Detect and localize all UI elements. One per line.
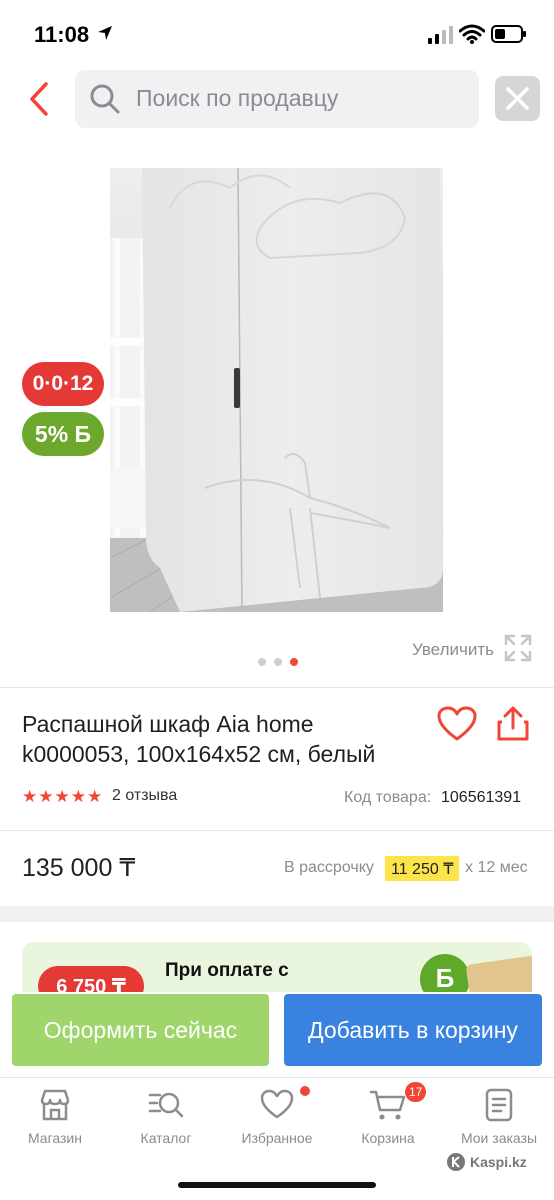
battery-icon xyxy=(491,24,527,49)
star-icon: ★ xyxy=(70,787,86,806)
promo-card[interactable]: 6 750 ₸ При оплате с Б xyxy=(22,942,532,992)
close-icon xyxy=(506,87,529,110)
promo-badge: 6 750 ₸ xyxy=(38,966,144,992)
star-icon: ★ xyxy=(38,787,54,806)
section-separator xyxy=(0,906,554,922)
installment-amount: 11 250 ₸ xyxy=(385,856,460,881)
gallery-dot[interactable] xyxy=(258,658,266,666)
expand-icon[interactable] xyxy=(504,634,532,667)
product-code-label: Код товара: xyxy=(344,789,432,806)
catalog-icon xyxy=(148,1092,184,1118)
gallery-dots[interactable] xyxy=(258,658,298,666)
search-input[interactable]: Поиск по продавцу xyxy=(75,70,479,128)
tab-label: Мои заказы xyxy=(460,1130,538,1146)
add-to-cart-button[interactable]: Добавить в корзину xyxy=(284,994,542,1066)
back-button[interactable] xyxy=(26,80,56,120)
orders-icon xyxy=(485,1088,513,1122)
tab-catalog[interactable]: Каталог xyxy=(111,1088,221,1146)
card-illustration xyxy=(465,955,532,992)
signal-icon xyxy=(428,26,454,49)
search-placeholder: Поиск по продавцу xyxy=(136,85,339,111)
kaspi-watermark: Kaspi.kz xyxy=(446,1152,527,1172)
reviews-link[interactable]: 2 отзыва xyxy=(112,787,177,805)
cart-icon xyxy=(369,1090,406,1120)
tab-orders[interactable]: Мои заказы xyxy=(444,1088,554,1146)
order-now-button[interactable]: Оформить сейчас xyxy=(12,994,269,1066)
star-icon: ★ xyxy=(22,787,38,806)
product-title: Распашной шкаф Aia home k0000053, 100х16… xyxy=(22,711,376,767)
wifi-icon xyxy=(458,24,486,49)
divider xyxy=(0,830,554,831)
tab-label: Магазин xyxy=(27,1130,82,1146)
tab-label: Каталог xyxy=(140,1130,192,1146)
promo-text: При оплате с xyxy=(165,960,289,981)
product-code-value: 106561391 xyxy=(441,789,522,806)
product-image[interactable] xyxy=(110,168,443,612)
heart-icon xyxy=(437,706,477,741)
zoom-label[interactable]: Увеличить xyxy=(412,640,494,660)
tab-label: Корзина xyxy=(361,1130,415,1146)
share-icon xyxy=(497,706,529,741)
divider xyxy=(0,687,554,688)
location-arrow-icon xyxy=(96,24,114,47)
share-button[interactable] xyxy=(496,706,530,747)
watermark-text: Kaspi.kz xyxy=(470,1154,527,1170)
kaspi-logo-icon xyxy=(447,1153,465,1171)
chevron-left-icon xyxy=(30,82,48,116)
notification-dot xyxy=(300,1086,310,1096)
product-price: 135 000 ₸ xyxy=(22,854,136,882)
gallery-dot-active[interactable] xyxy=(290,658,298,666)
installment-period: х 12 мес xyxy=(465,859,528,876)
rating-stars[interactable]: ★ ★ ★ ★ ★ xyxy=(22,788,102,805)
close-button[interactable] xyxy=(495,76,540,121)
cart-count-badge: 17 xyxy=(405,1082,427,1102)
tab-favorites[interactable]: Избранное xyxy=(222,1086,332,1146)
gallery-dot[interactable] xyxy=(274,658,282,666)
installment-label: В рассрочку xyxy=(284,859,374,876)
status-bar: 11:08 xyxy=(0,0,554,70)
heart-icon xyxy=(260,1089,294,1119)
tab-cart[interactable]: 17 Корзина xyxy=(333,1082,443,1146)
bonus-badge: 5% Б xyxy=(22,412,104,456)
installment-badge: 0·0·12 xyxy=(22,362,104,406)
shop-icon xyxy=(40,1089,70,1121)
star-icon: ★ xyxy=(87,787,103,806)
tab-shop[interactable]: Магазин xyxy=(0,1088,110,1146)
favorite-button[interactable] xyxy=(437,706,477,747)
bonus-coin-icon: Б xyxy=(420,954,470,992)
home-indicator[interactable] xyxy=(178,1182,376,1188)
tab-label: Избранное xyxy=(241,1130,313,1146)
status-time: 11:08 xyxy=(34,22,90,47)
search-icon xyxy=(89,83,121,120)
star-icon: ★ xyxy=(54,787,70,806)
